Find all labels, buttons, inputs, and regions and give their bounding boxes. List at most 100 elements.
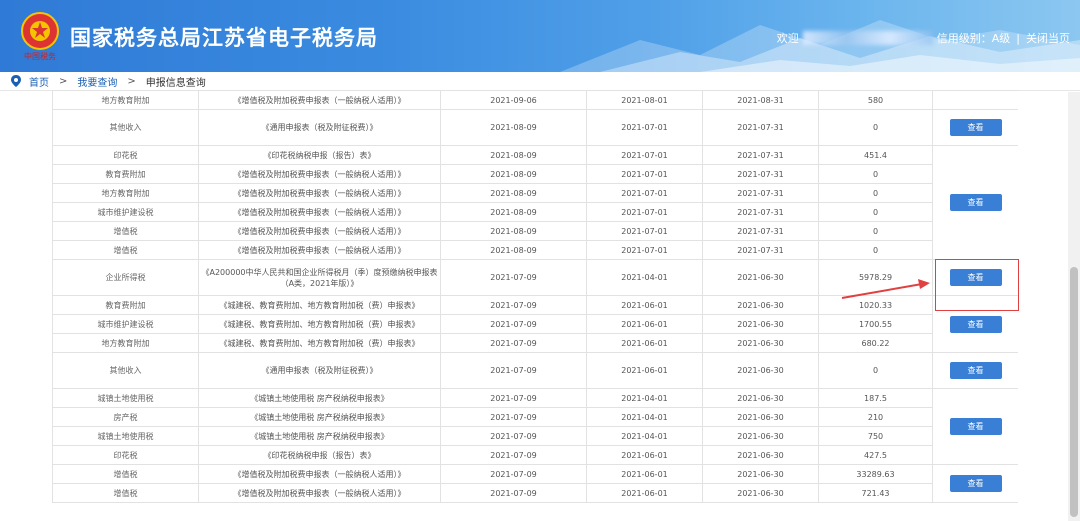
cell-filed: 2021-07-09	[440, 388, 587, 408]
cell-amount: 1020.33	[818, 295, 933, 315]
breadcrumb: 首页 > 我要查询 > 申报信息查询	[0, 72, 1080, 91]
cell-tax: 其他收入	[52, 109, 199, 146]
cell-tax: 增值税	[52, 483, 199, 503]
cell-form: 《城建税、教育费附加、地方教育附加税（费）申报表》	[198, 314, 441, 334]
cell-tax: 印花税	[52, 145, 199, 165]
table-row: 其他收入 《通用申报表（税及附征税费）》 2021-07-09 2021-06-01 2…	[52, 352, 1018, 389]
cell-filed: 2021-09-06	[440, 90, 587, 110]
close-page-link[interactable]: 关闭当页	[1026, 30, 1070, 46]
cell-amount: 427.5	[818, 445, 933, 465]
cell-amount: 0	[818, 164, 933, 184]
table-row: 地方教育附加 《增值税及附加税费申报表（一般纳税人适用）》 2021-08-09 20…	[52, 183, 1019, 203]
vertical-scrollbar[interactable]	[1068, 92, 1080, 521]
table-row: 教育费附加 《城建税、教育费附加、地方教育附加税（费）申报表》 2021-07-09…	[52, 295, 1018, 353]
table-row: 印花税 《印花税纳税申报（报告）表》 2021-08-09 2021-07-01 202…	[52, 145, 1018, 260]
cell-end: 2021-06-30	[702, 426, 819, 446]
cell-amount: 0	[818, 202, 933, 222]
view-button[interactable]: 查看	[949, 362, 1002, 379]
cell-end: 2021-06-30	[702, 259, 819, 296]
cell-form: 《通用申报表（税及附征税费）》	[198, 109, 441, 146]
cell-amount: 0	[818, 221, 933, 241]
cell-filed: 2021-07-09	[440, 295, 587, 315]
cell-amount: 721.43	[818, 483, 933, 503]
cell-form: 《增值税及附加税费申报表（一般纳税人适用）》	[198, 221, 441, 241]
cell-tax: 其他收入	[52, 352, 199, 389]
cell-form: 《A200000中华人民共和国企业所得税月（季）度预缴纳税申报表（A类，2021…	[198, 259, 441, 296]
table-row: 增值税 《增值税及附加税费申报表（一般纳税人适用）》 2021-08-09 2021-…	[52, 240, 1019, 260]
view-button[interactable]: 查看	[949, 194, 1002, 211]
breadcrumb-query[interactable]: 我要查询	[77, 74, 117, 89]
cell-filed: 2021-08-09	[440, 240, 587, 260]
cell-filed: 2021-08-09	[440, 221, 587, 241]
cell-tax: 增值税	[52, 240, 199, 260]
cell-end: 2021-06-30	[702, 388, 819, 408]
cell-tax: 教育费附加	[52, 295, 199, 315]
cell-amount: 210	[818, 407, 933, 427]
cell-end: 2021-07-31	[702, 164, 819, 184]
cell-start: 2021-06-01	[586, 352, 703, 389]
cell-amount: 750	[818, 426, 933, 446]
view-button[interactable]: 查看	[949, 315, 1002, 333]
cell-form: 《增值税及附加税费申报表（一般纳税人适用）》	[198, 464, 441, 484]
cell-start: 2021-04-01	[586, 259, 703, 296]
cell-tax: 企业所得税	[52, 259, 199, 296]
table-row: 印花税 《印花税纳税申报（报告）表》 2021-07-09 2021-06-01 202…	[52, 445, 1019, 465]
annotation-highlight-box	[935, 259, 1019, 311]
cell-tax: 房产税	[52, 407, 199, 427]
cell-tax: 地方教育附加	[52, 90, 199, 110]
cell-filed: 2021-07-09	[440, 464, 587, 484]
view-button[interactable]: 查看	[949, 418, 1002, 435]
cell-start: 2021-06-01	[586, 445, 703, 465]
cell-tax: 地方教育附加	[52, 333, 199, 353]
cell-start: 2021-06-01	[586, 314, 703, 334]
cell-form: 《印花税纳税申报（报告）表》	[198, 145, 441, 165]
blurred-user-name	[802, 31, 933, 45]
cell-start: 2021-06-01	[586, 295, 703, 315]
breadcrumb-separator: >	[59, 75, 68, 87]
cell-start: 2021-07-01	[586, 109, 703, 146]
action-cell	[932, 90, 1018, 110]
scrollbar-thumb[interactable]	[1070, 267, 1078, 517]
table-row: 城镇土地使用税 《城镇土地使用税 房产税纳税申报表》 2021-07-09 2021-…	[52, 388, 1018, 465]
table-row: 地方教育附加 《城建税、教育费附加、地方教育附加税（费）申报表》 2021-07-0…	[52, 333, 1019, 353]
cell-tax: 地方教育附加	[52, 183, 199, 203]
cell-form: 《印花税纳税申报（报告）表》	[198, 445, 441, 465]
action-cell: 查看	[932, 352, 1018, 389]
view-button[interactable]: 查看	[949, 119, 1002, 136]
cell-form: 《城镇土地使用税 房产税纳税申报表》	[198, 426, 441, 446]
breadcrumb-current: 申报信息查询	[145, 77, 206, 89]
action-cell: 查看	[932, 145, 1018, 260]
cell-form: 《增值税及附加税费申报表（一般纳税人适用）》	[198, 240, 441, 260]
cell-tax: 城市维护建设税	[52, 202, 199, 222]
cell-tax: 增值税	[52, 464, 199, 484]
cell-tax: 城镇土地使用税	[52, 426, 199, 446]
cell-start: 2021-08-01	[586, 90, 703, 110]
breadcrumb-separator: >	[127, 75, 136, 87]
cell-end: 2021-06-30	[702, 314, 819, 334]
cell-amount: 0	[818, 352, 933, 389]
table-row: 增值税 《增值税及附加税费申报表（一般纳税人适用）》 2021-07-09 2021-…	[52, 483, 1019, 503]
location-pin-icon	[11, 75, 21, 87]
cell-start: 2021-06-01	[586, 464, 703, 484]
cell-filed: 2021-08-09	[440, 109, 587, 146]
cell-amount: 0	[818, 183, 933, 203]
svg-text:中国税务: 中国税务	[24, 51, 56, 61]
cell-end: 2021-06-30	[702, 295, 819, 315]
action-cell: 查看	[932, 464, 1018, 503]
cell-amount: 0	[818, 240, 933, 260]
table-row: 其他收入 《通用申报表（税及附征税费）》 2021-08-09 2021-07-01 2…	[52, 109, 1018, 146]
cell-form: 《增值税及附加税费申报表（一般纳税人适用）》	[198, 183, 441, 203]
cell-amount: 5978.29	[818, 259, 933, 296]
cell-start: 2021-06-01	[586, 483, 703, 503]
table-row: 增值税 《增值税及附加税费申报表（一般纳税人适用）》 2021-07-09 2021-…	[52, 464, 1018, 503]
cell-amount: 451.4	[818, 145, 933, 165]
cell-start: 2021-04-01	[586, 407, 703, 427]
breadcrumb-home[interactable]: 首页	[29, 74, 49, 89]
action-cell: 查看	[932, 388, 1018, 465]
table-row: 企业所得税 《A200000中华人民共和国企业所得税月（季）度预缴纳税申报表（A类…	[52, 259, 1018, 296]
cell-end: 2021-06-30	[702, 333, 819, 353]
cell-amount: 680.22	[818, 333, 933, 353]
cell-end: 2021-07-31	[702, 145, 819, 165]
cell-start: 2021-07-01	[586, 202, 703, 222]
view-button[interactable]: 查看	[949, 475, 1002, 492]
